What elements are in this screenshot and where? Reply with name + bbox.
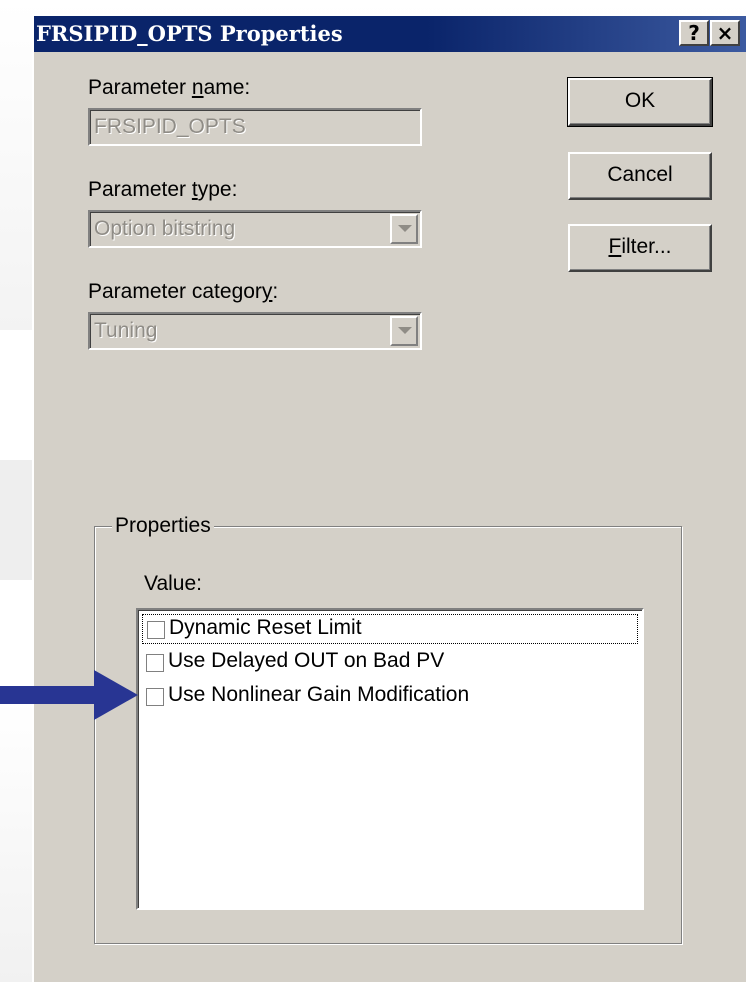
help-button[interactable]: ? (679, 20, 709, 46)
filter-button[interactable]: Filter... (568, 224, 712, 272)
label-text: ame: (203, 76, 251, 99)
parameter-type-dropdown-button[interactable] (390, 214, 418, 244)
parameter-type-value: Option bitstring (94, 217, 236, 240)
dropdown-arrow-icon (398, 327, 412, 334)
parameter-category-dropdown-button[interactable] (390, 316, 418, 346)
title-bar[interactable]: FRSIPID_OPTS Properties ? × (34, 16, 746, 52)
checkbox[interactable] (147, 621, 165, 639)
button-text: ilter... (621, 235, 672, 258)
value-listbox[interactable]: Dynamic Reset Limit Use Delayed OUT on B… (136, 608, 644, 910)
list-item[interactable]: Use Nonlinear Gain Modification (142, 682, 638, 712)
close-button[interactable]: × (710, 20, 740, 46)
checkbox[interactable] (146, 688, 164, 706)
help-icon: ? (688, 21, 700, 45)
list-item-label: Use Nonlinear Gain Modification (168, 683, 470, 706)
dropdown-arrow-icon (398, 225, 412, 232)
label-text: Parameter (88, 76, 192, 99)
annotation-arrow-icon (0, 670, 138, 720)
parameter-category-select[interactable]: Tuning (88, 312, 422, 350)
list-item[interactable]: Dynamic Reset Limit (142, 614, 638, 644)
label-accelerator: n (191, 76, 204, 99)
label-text: : (272, 280, 279, 303)
parameter-name-field[interactable]: FRSIPID_OPTS (88, 108, 422, 146)
checkbox[interactable] (146, 654, 164, 672)
cancel-button[interactable]: Cancel (568, 152, 712, 200)
ok-button[interactable]: OK (567, 77, 713, 127)
parameter-name-value: FRSIPID_OPTS (94, 115, 246, 138)
parameter-name-label: Parameter name: (88, 76, 250, 100)
label-text: ype: (197, 178, 238, 201)
parameter-category-label: Parameter category: (88, 280, 278, 304)
list-item-label: Dynamic Reset Limit (169, 616, 362, 639)
label-accelerator: y (261, 280, 273, 303)
properties-dialog: FRSIPID_OPTS Properties ? × Parameter na… (32, 14, 746, 982)
label-text: Parameter categor (88, 280, 262, 303)
window-title: FRSIPID_OPTS Properties (36, 21, 343, 46)
parameter-category-value: Tuning (94, 319, 158, 342)
parameter-type-select[interactable]: Option bitstring (88, 210, 422, 248)
parameter-type-label: Parameter type: (88, 178, 237, 202)
button-accelerator: F (608, 235, 622, 258)
value-label: Value: (144, 572, 202, 595)
label-text: Parameter (88, 178, 192, 201)
list-item-label: Use Delayed OUT on Bad PV (168, 649, 445, 672)
close-icon: × (716, 21, 734, 45)
list-item[interactable]: Use Delayed OUT on Bad PV (142, 648, 638, 678)
properties-group-label: Properties (112, 514, 214, 538)
